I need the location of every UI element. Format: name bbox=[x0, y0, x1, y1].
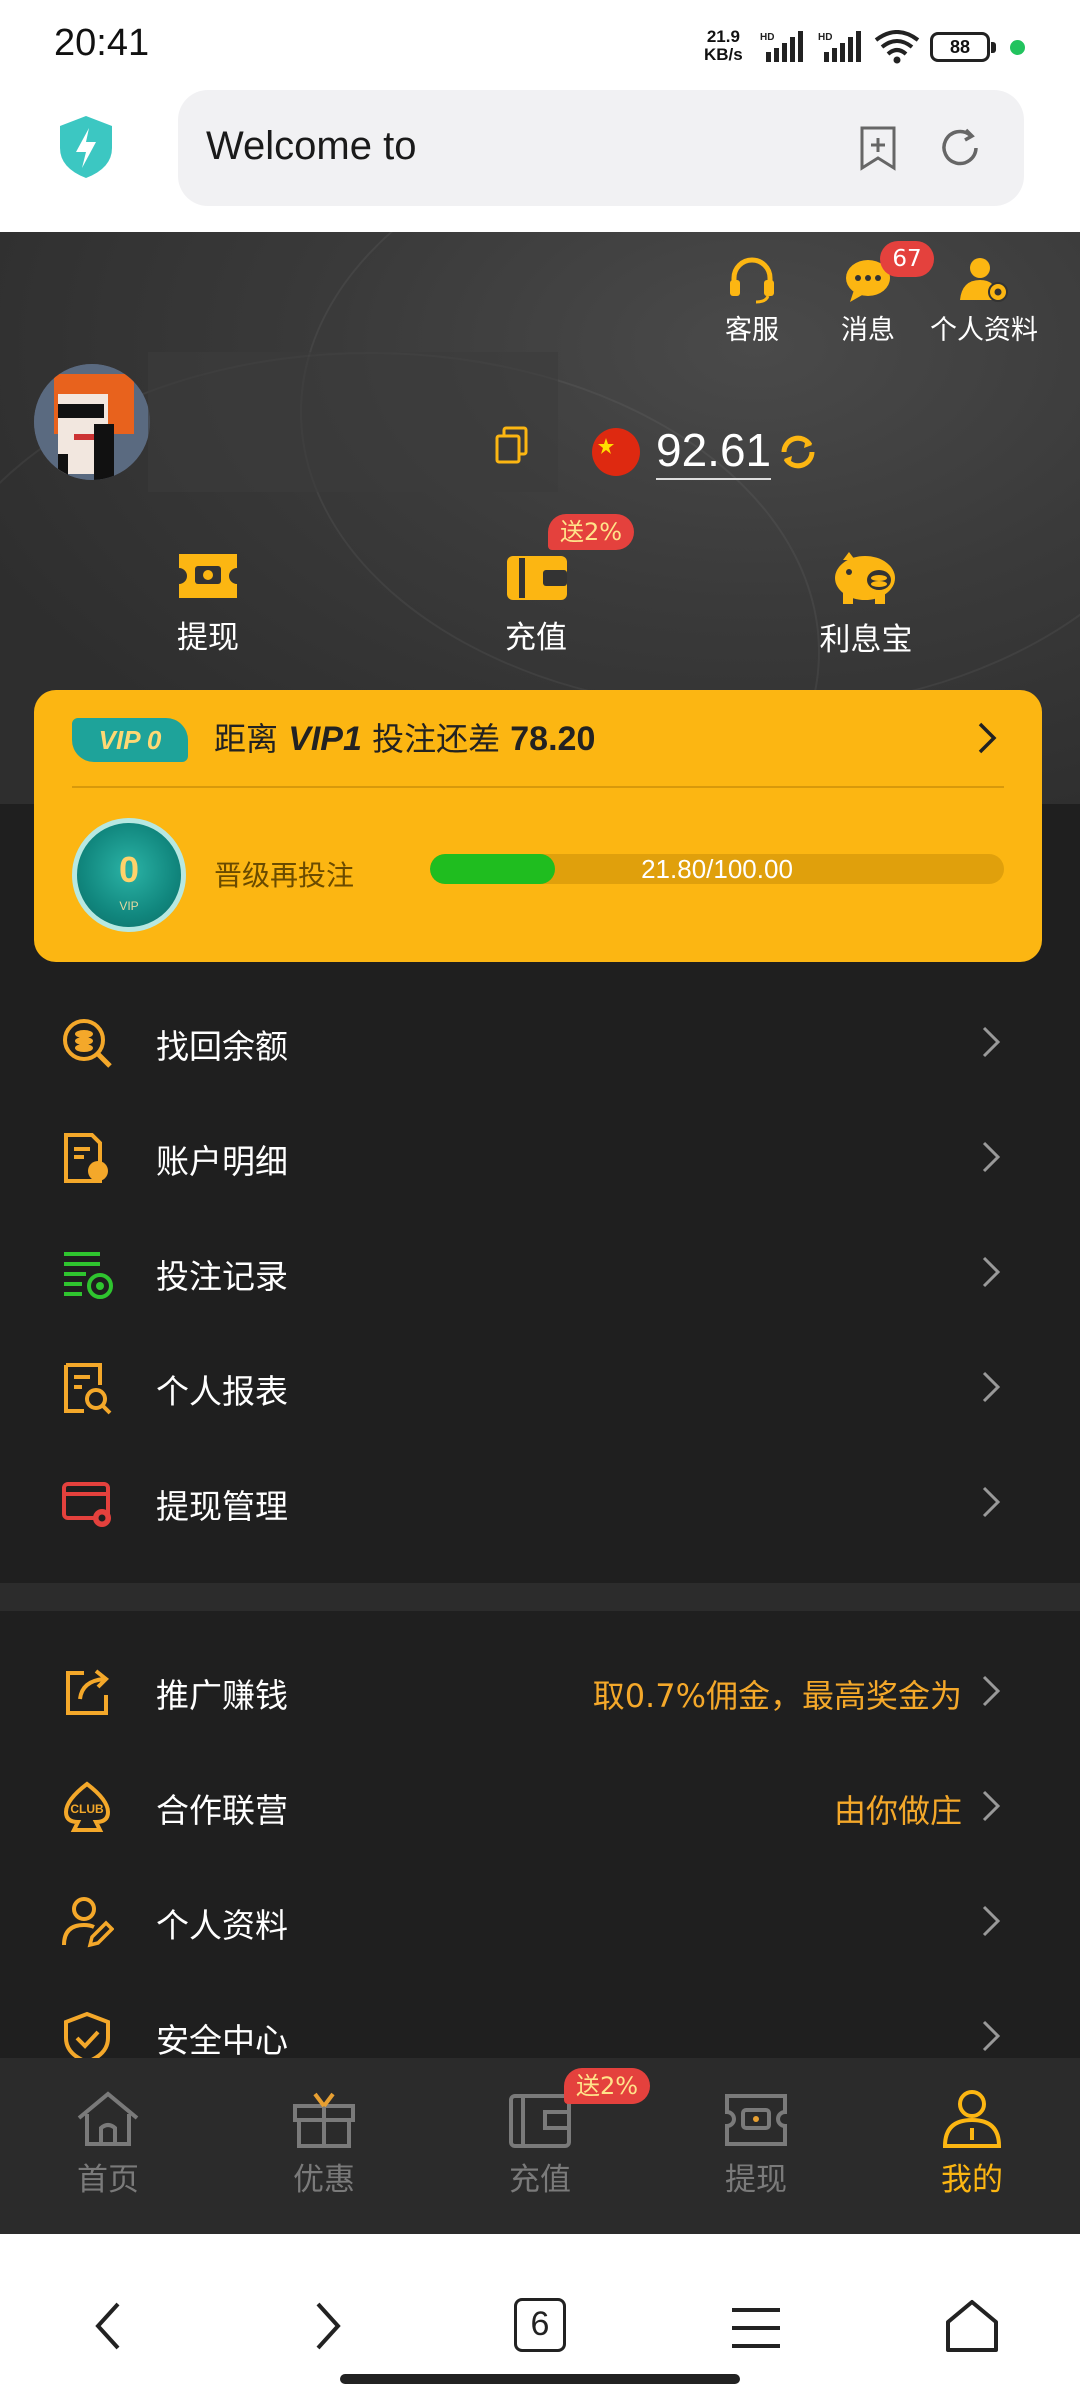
account-menu: 找回余额 账户明细 投注记录 个人报表 提现管理 bbox=[0, 984, 1080, 1559]
withdraw-manage-icon bbox=[62, 1482, 111, 1527]
status-bar: 20:41 21.9 KB/s HD HD 88 bbox=[0, 0, 1080, 90]
chevron-right-icon bbox=[982, 1371, 1001, 1403]
chevron-right-icon bbox=[982, 1256, 1001, 1288]
vip-progress-card[interactable]: VIP 0 距离 VIP1 投注还差 78.20 0 VIP 晋级再投注 21.… bbox=[34, 690, 1042, 962]
ticket-icon bbox=[725, 2094, 787, 2146]
vip-progress-bar: 21.80/100.00 bbox=[430, 854, 1004, 884]
privacy-dot bbox=[1010, 40, 1025, 55]
tab-count-button[interactable]: 6 bbox=[514, 2298, 566, 2352]
reload-icon[interactable] bbox=[936, 124, 984, 172]
battery-indicator: 88 bbox=[930, 32, 996, 62]
menu-item-referral[interactable]: 推广赚钱 取0.7%佣金，最高奖金为 bbox=[0, 1633, 1080, 1748]
svg-text:HD: HD bbox=[760, 32, 774, 43]
divider bbox=[72, 786, 1004, 788]
search-coin-icon bbox=[63, 1019, 112, 1068]
ticket-icon bbox=[179, 554, 237, 598]
tab-home[interactable]: 首页 bbox=[28, 2088, 188, 2199]
username-redacted bbox=[148, 352, 558, 492]
menu-item-withdraw-management[interactable]: 提现管理 bbox=[0, 1444, 1080, 1559]
menu-item-bet-records[interactable]: 投注记录 bbox=[0, 1214, 1080, 1329]
gift-icon bbox=[293, 2092, 355, 2148]
vip-next-level-text: 距离 VIP1 投注还差 78.20 bbox=[214, 720, 596, 758]
tab-mine[interactable]: 我的 bbox=[892, 2088, 1052, 2199]
network-speed: 21.9 KB/s bbox=[704, 27, 743, 64]
chevron-right-icon bbox=[982, 1790, 1001, 1822]
wallet-icon bbox=[507, 556, 567, 600]
shield-check-icon bbox=[64, 2011, 110, 2058]
menu-item-account-details[interactable]: 账户明细 bbox=[0, 1099, 1080, 1214]
tab-promotions[interactable]: 优惠 bbox=[244, 2088, 404, 2199]
avatar[interactable] bbox=[34, 364, 150, 480]
chevron-right-icon bbox=[982, 1905, 1001, 1937]
svg-text:HD: HD bbox=[818, 32, 832, 43]
vip-medal-icon: 0 VIP bbox=[72, 818, 186, 932]
menu-item-profile[interactable]: 个人资料 bbox=[0, 1863, 1080, 1978]
share-icon bbox=[66, 1669, 109, 1715]
headset-icon bbox=[730, 257, 774, 304]
china-flag-icon bbox=[592, 428, 640, 476]
browser-toolbar: Welcome to bbox=[0, 90, 1080, 232]
tab-deposit[interactable]: 充值 bbox=[460, 2088, 620, 2199]
clock: 20:41 bbox=[54, 22, 150, 64]
browser-shield-icon[interactable] bbox=[56, 114, 116, 180]
report-icon bbox=[64, 1363, 112, 1415]
tab-deposit-bonus-badge: 送2% bbox=[564, 2068, 651, 2104]
account-detail-icon bbox=[64, 1133, 108, 1183]
chevron-right-icon bbox=[982, 1141, 1001, 1173]
partnership-slogan: 由你做庄 bbox=[833, 1792, 962, 1830]
bottom-tab-bar: 首页 优惠 充值 送2% 提现 我的 bbox=[0, 2058, 1080, 2234]
piggy-bank-icon bbox=[835, 552, 895, 604]
bet-record-icon bbox=[64, 1252, 113, 1299]
wifi-icon bbox=[874, 30, 920, 64]
avatar-image bbox=[34, 364, 150, 480]
forward-icon[interactable] bbox=[308, 2298, 348, 2354]
refresh-balance-icon[interactable] bbox=[778, 432, 818, 472]
user-edit-icon bbox=[62, 1897, 114, 1948]
withdraw-quick-button[interactable]: 提现 bbox=[128, 548, 288, 657]
browser-bottom-bar: 6 bbox=[0, 2234, 1080, 2400]
chevron-right-icon bbox=[982, 1026, 1001, 1058]
profile-button[interactable]: 个人资料 bbox=[924, 256, 1044, 347]
chevron-right-icon bbox=[982, 1675, 1001, 1707]
progress-text: 21.80/100.00 bbox=[641, 854, 793, 884]
upgrade-bet-label: 晋级再投注 bbox=[214, 859, 355, 892]
deposit-quick-button[interactable]: 充值 bbox=[456, 548, 616, 657]
referral-commission-text: 取0.7%佣金，最高奖金为 bbox=[592, 1677, 962, 1715]
chevron-right-icon bbox=[982, 2020, 1001, 2052]
section-divider bbox=[0, 1583, 1080, 1611]
tab-withdraw[interactable]: 提现 bbox=[676, 2088, 836, 2199]
user-icon bbox=[942, 2090, 1002, 2148]
interest-treasure-button[interactable]: 利息宝 bbox=[786, 548, 946, 659]
menu-item-personal-report[interactable]: 个人报表 bbox=[0, 1329, 1080, 1444]
club-icon: CLUB bbox=[63, 1781, 111, 1832]
vip-level-chip: VIP 0 bbox=[72, 718, 188, 762]
gesture-bar bbox=[340, 2374, 740, 2384]
svg-text:CLUB: CLUB bbox=[70, 1802, 104, 1816]
promo-menu: 推广赚钱 取0.7%佣金，最高奖金为 CLUB 合作联营 由你做庄 个人资料 安… bbox=[0, 1633, 1080, 2058]
address-text[interactable]: Welcome to bbox=[206, 124, 416, 169]
signal-icon: HD bbox=[760, 31, 803, 62]
balance-amount: 92.61 bbox=[656, 422, 772, 480]
menu-item-security-center[interactable]: 安全中心 bbox=[0, 1978, 1080, 2058]
menu-icon[interactable] bbox=[730, 2306, 782, 2350]
chevron-right-icon bbox=[982, 1486, 1001, 1518]
back-icon[interactable] bbox=[88, 2298, 128, 2354]
deposit-bonus-badge: 送2% bbox=[548, 514, 635, 550]
address-bar[interactable]: Welcome to bbox=[178, 90, 1024, 206]
customer-service-button[interactable]: 客服 bbox=[692, 256, 812, 347]
signal-icon-2: HD bbox=[818, 31, 861, 62]
user-settings-icon bbox=[960, 258, 1008, 302]
chevron-right-icon[interactable] bbox=[972, 718, 1002, 758]
menu-item-recover-balance[interactable]: 找回余额 bbox=[0, 984, 1080, 1099]
add-bookmark-icon[interactable] bbox=[854, 124, 902, 172]
home-icon bbox=[77, 2091, 139, 2146]
browser-home-icon[interactable] bbox=[944, 2298, 1000, 2354]
menu-item-partnership[interactable]: CLUB 合作联营 由你做庄 bbox=[0, 1748, 1080, 1863]
copy-icon[interactable] bbox=[494, 426, 530, 466]
